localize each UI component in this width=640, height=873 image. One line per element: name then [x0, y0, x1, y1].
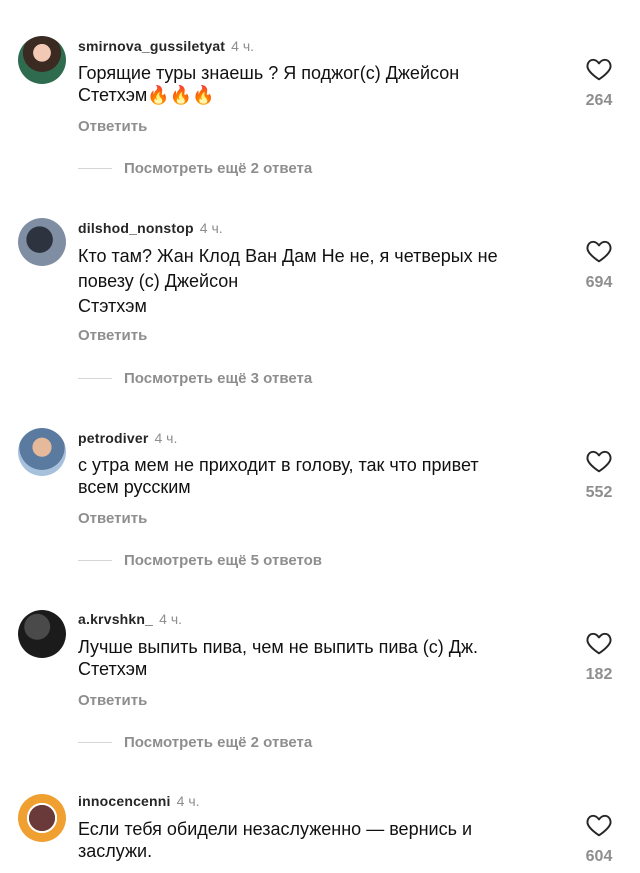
- avatar[interactable]: [18, 218, 66, 266]
- comment-username[interactable]: dilshod_nonstop: [78, 220, 194, 236]
- comment-username[interactable]: a.krvshkn_: [78, 611, 153, 627]
- comment-text: Если тебя обидели незаслуженно — вернись…: [78, 819, 473, 861]
- view-more-replies-label: Посмотреть ещё 5 ответов: [124, 552, 323, 569]
- comment-time: 4 ч.: [199, 220, 223, 236]
- like-count: 182: [585, 666, 613, 683]
- like-count: 604: [585, 848, 613, 865]
- reply-button[interactable]: Ответить: [78, 327, 147, 344]
- comment-meta: a.krvshkn_ 4 ч.: [78, 611, 182, 627]
- reply-button[interactable]: Ответить: [78, 692, 147, 709]
- comment-meta: dilshod_nonstop 4 ч.: [78, 220, 223, 236]
- view-more-replies-button[interactable]: Посмотреть ещё 3 ответа: [78, 370, 312, 387]
- comment-time: 4 ч.: [154, 430, 178, 446]
- like-count: 264: [585, 92, 613, 109]
- like-button[interactable]: [584, 631, 614, 655]
- avatar[interactable]: [18, 36, 66, 84]
- heart-outline-icon: [586, 58, 612, 81]
- heart-outline-icon: [586, 814, 612, 837]
- comment-username[interactable]: smirnova_gussiletyat: [78, 38, 225, 54]
- comment-text: Кто там? Жан Клод Ван Дам Не не, я четве…: [78, 246, 498, 316]
- avatar[interactable]: [18, 428, 66, 476]
- comment-time: 4 ч.: [176, 793, 200, 809]
- comment-username[interactable]: innocencenni: [78, 793, 171, 809]
- view-more-replies-button[interactable]: Посмотреть ещё 2 ответа: [78, 160, 312, 177]
- comment-text: Горящие туры знаешь ? Я поджог(с) Джейсо…: [78, 63, 460, 105]
- comment-text: Лучше выпить пива, чем не выпить пива (с…: [78, 637, 478, 679]
- view-more-replies-label: Посмотреть ещё 2 ответа: [124, 160, 313, 177]
- comment-time: 4 ч.: [231, 38, 255, 54]
- like-count: 694: [585, 274, 613, 291]
- avatar[interactable]: [18, 794, 66, 842]
- divider-line: [78, 378, 112, 379]
- like-button[interactable]: [584, 813, 614, 837]
- like-button[interactable]: [584, 57, 614, 81]
- comment-meta: smirnova_gussiletyat 4 ч.: [78, 38, 254, 54]
- avatar[interactable]: [18, 610, 66, 658]
- divider-line: [78, 560, 112, 561]
- like-count: 552: [585, 484, 613, 501]
- heart-outline-icon: [586, 632, 612, 655]
- like-button[interactable]: [584, 239, 614, 263]
- view-more-replies-label: Посмотреть ещё 3 ответа: [124, 370, 313, 387]
- divider-line: [78, 742, 112, 743]
- comment-text: с утра мем не приходит в голову, так что…: [78, 455, 479, 497]
- comment-meta: petrodiver 4 ч.: [78, 430, 177, 446]
- comment-meta: innocencenni 4 ч.: [78, 793, 200, 809]
- reply-button[interactable]: Ответить: [78, 118, 147, 135]
- comment-username[interactable]: petrodiver: [78, 430, 148, 446]
- like-button[interactable]: [584, 449, 614, 473]
- comment-time: 4 ч.: [159, 611, 183, 627]
- reply-button[interactable]: Ответить: [78, 510, 147, 527]
- heart-outline-icon: [586, 240, 612, 263]
- divider-line: [78, 168, 112, 169]
- view-more-replies-button[interactable]: Посмотреть ещё 2 ответа: [78, 734, 312, 751]
- view-more-replies-label: Посмотреть ещё 2 ответа: [124, 734, 313, 751]
- view-more-replies-button[interactable]: Посмотреть ещё 5 ответов: [78, 552, 322, 569]
- heart-outline-icon: [586, 450, 612, 473]
